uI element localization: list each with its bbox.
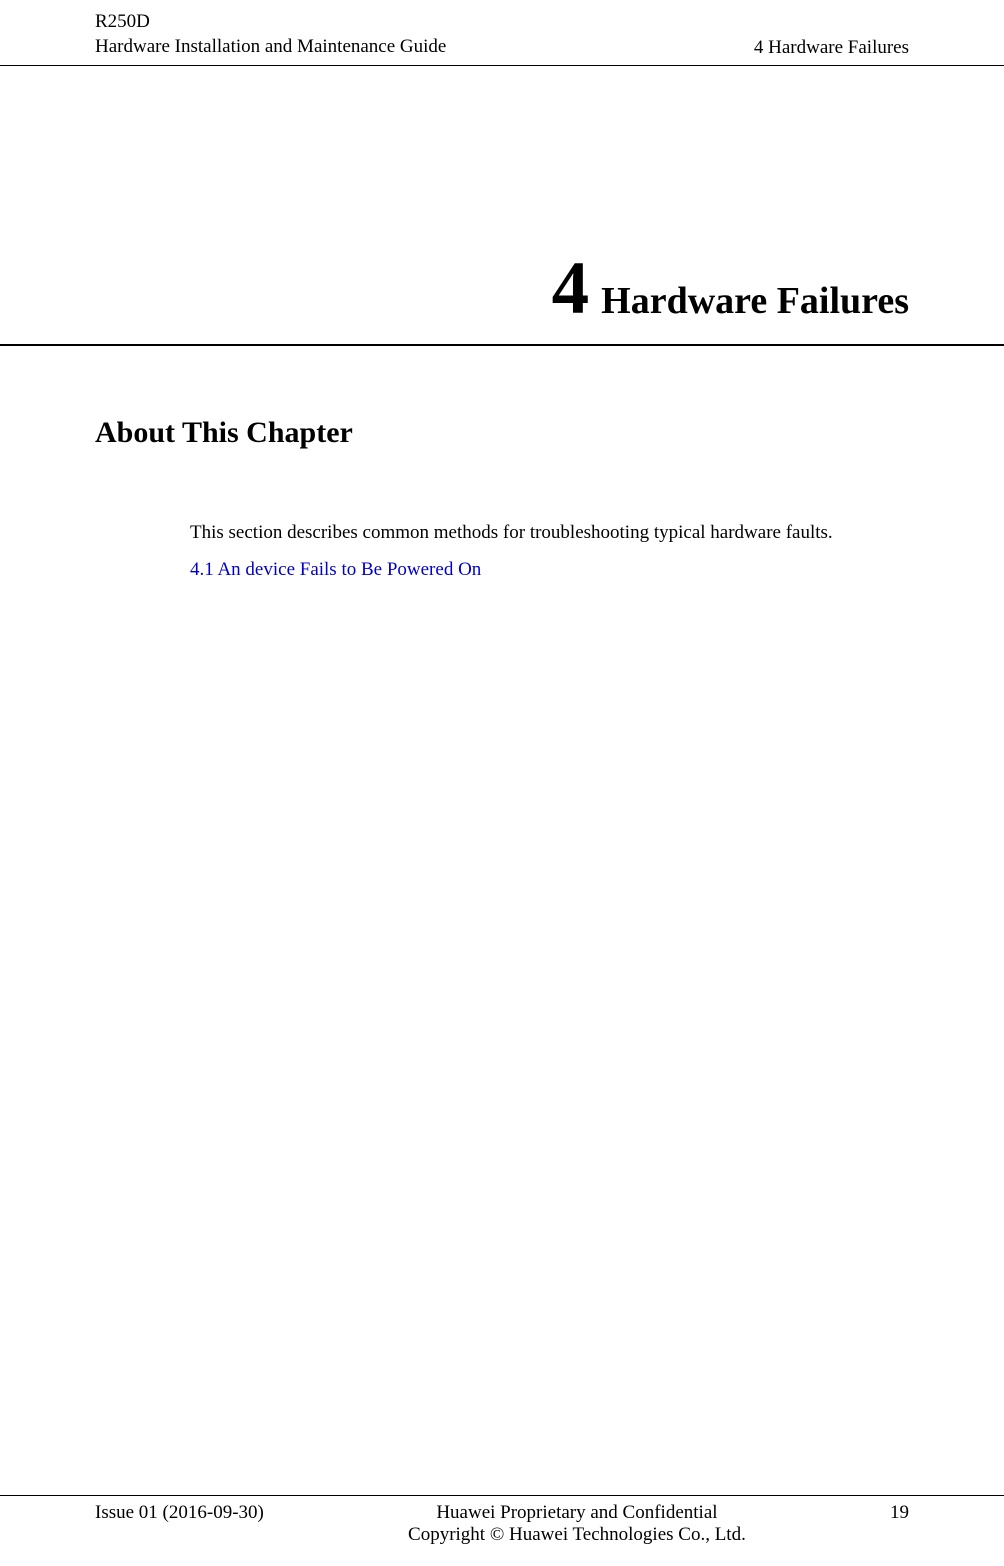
- footer-issue: Issue 01 (2016-09-30): [95, 1502, 264, 1524]
- footer-page-number: 19: [890, 1502, 909, 1524]
- footer-confidential: Huawei Proprietary and Confidential: [264, 1502, 890, 1524]
- header-product: R250D: [95, 10, 446, 35]
- header-guide: Hardware Installation and Maintenance Gu…: [95, 35, 446, 60]
- page-footer: Issue 01 (2016-09-30) Huawei Proprietary…: [0, 1495, 1004, 1546]
- chapter-title-text: Hardware Failures: [601, 279, 909, 323]
- about-section-heading: About This Chapter: [0, 346, 1004, 450]
- chapter-title-block: 4 Hardware Failures: [0, 66, 1004, 346]
- header-left-block: R250D Hardware Installation and Maintena…: [95, 10, 446, 59]
- footer-copyright: Copyright © Huawei Technologies Co., Ltd…: [264, 1524, 890, 1546]
- page-header: R250D Hardware Installation and Maintena…: [0, 0, 1004, 66]
- header-chapter-ref: 4 Hardware Failures: [754, 37, 909, 59]
- footer-center: Huawei Proprietary and Confidential Copy…: [264, 1502, 890, 1546]
- chapter-number: 4: [552, 246, 590, 332]
- toc-link-4-1[interactable]: 4.1 An device Fails to Be Powered On: [0, 547, 1004, 581]
- intro-paragraph: This section describes common methods fo…: [0, 450, 1004, 547]
